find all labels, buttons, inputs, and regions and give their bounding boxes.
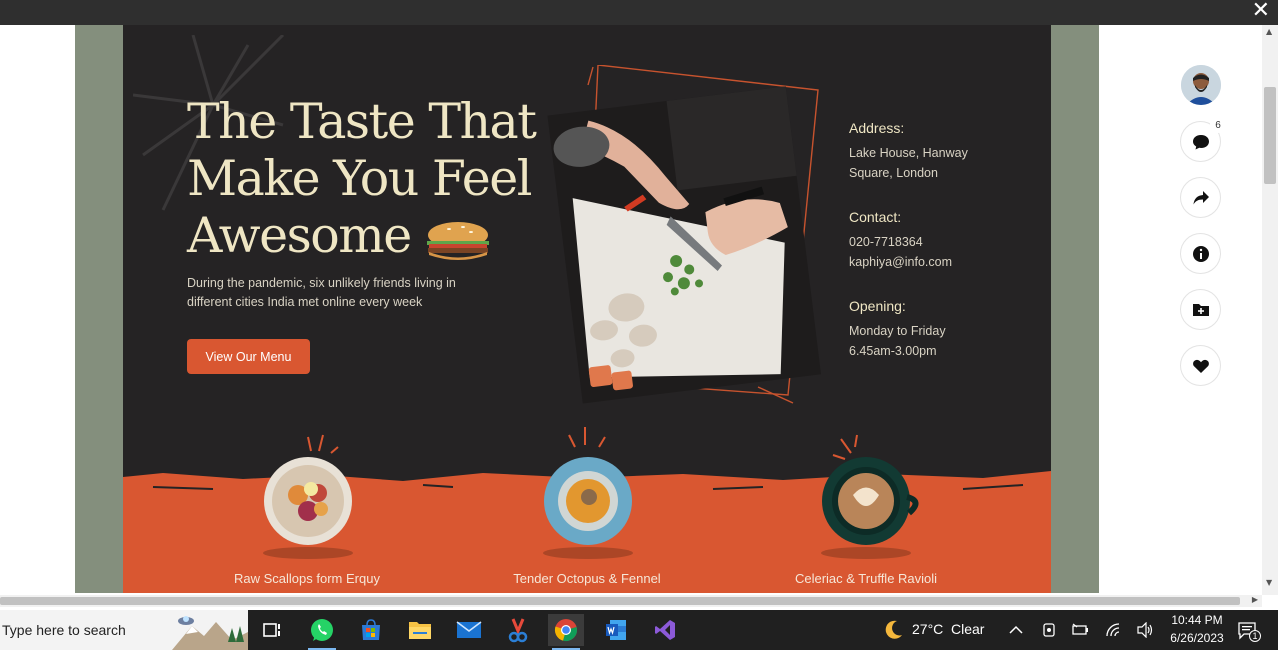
mail-button[interactable] xyxy=(451,614,487,646)
scroll-right-arrow-icon[interactable]: ▶ xyxy=(1252,595,1258,604)
info-button[interactable] xyxy=(1181,234,1220,273)
folder-plus-icon xyxy=(1192,303,1209,316)
dish-name-3: Celeriac & Truffle Ravioli xyxy=(794,571,938,586)
headline-line-1: The Taste That xyxy=(187,93,537,150)
chevron-up-icon[interactable] xyxy=(1006,620,1026,640)
vertical-scrollbar[interactable]: ▲ ▼ xyxy=(1262,25,1278,595)
taskbar-search-input[interactable]: Type here to search xyxy=(0,610,248,650)
contact-email: kaphiya@info.com xyxy=(849,254,953,269)
store-icon xyxy=(362,619,380,640)
share-icon xyxy=(1193,190,1209,204)
word-button[interactable] xyxy=(598,614,634,646)
horizontal-scroll-thumb[interactable] xyxy=(0,597,1240,605)
address-block: Address: Lake House, Hanway Square, Lond… xyxy=(849,120,968,183)
wifi-icon[interactable] xyxy=(1103,620,1123,640)
dish-name-1: Raw Scallops form Erquy xyxy=(234,571,380,586)
microsoft-store-button[interactable] xyxy=(353,614,389,646)
dish-ravioli-image xyxy=(821,434,919,559)
view-menu-button[interactable]: View Our Menu xyxy=(187,339,310,374)
visual-studio-icon xyxy=(655,620,675,640)
volume-icon[interactable] xyxy=(1135,620,1155,640)
weather-temperature[interactable]: 27°C xyxy=(912,621,943,637)
contact-block: Contact: 020-7718364 kaphiya@info.com xyxy=(849,209,952,272)
clock-date[interactable]: 6/26/2023 xyxy=(1164,631,1230,645)
mail-icon xyxy=(456,621,482,638)
chrome-icon xyxy=(554,619,577,641)
avatar[interactable] xyxy=(1181,65,1221,105)
headline-line-2: Make You Feel xyxy=(187,150,532,207)
restaurant-design: The Taste That Make You Feel Awesome Dur… xyxy=(123,25,1051,593)
scroll-up-arrow-icon[interactable]: ▲ xyxy=(1266,27,1272,36)
comment-count-badge: 6 xyxy=(1210,117,1226,133)
meet-now-icon[interactable] xyxy=(1039,620,1059,640)
horizontal-scrollbar[interactable]: ▶ xyxy=(0,595,1262,607)
opening-hours: 6.45am-3.00pm xyxy=(849,343,937,358)
weather-condition[interactable]: Clear xyxy=(951,621,984,637)
task-view-icon xyxy=(263,623,280,637)
address-heading: Address: xyxy=(849,120,905,136)
address-line-1: Lake House, Hanway xyxy=(849,146,968,160)
scroll-down-arrow-icon[interactable]: ▼ xyxy=(1266,578,1272,587)
vertical-scroll-thumb[interactable] xyxy=(1264,87,1276,184)
clock-time[interactable]: 10:44 PM xyxy=(1167,613,1227,627)
address-line-2: Square, London xyxy=(849,165,938,180)
dish-scallops-image xyxy=(263,434,353,559)
whatsapp-button[interactable] xyxy=(304,614,340,650)
headline-line-3: Awesome xyxy=(187,207,517,264)
folder-icon xyxy=(409,622,431,639)
search-highlight-illustration-icon xyxy=(172,616,248,650)
comment-button[interactable]: 6 xyxy=(1181,117,1226,161)
windows-taskbar: Type here to search 27°C Clear 10:44 PM … xyxy=(0,610,1278,650)
contact-phone: 020-7718364 xyxy=(849,235,923,249)
shot-frame: The Taste That Make You Feel Awesome Dur… xyxy=(75,25,1099,593)
burger-icon xyxy=(425,216,491,260)
opening-heading: Opening: xyxy=(849,298,906,314)
contact-heading: Contact: xyxy=(849,209,902,225)
scissors-icon xyxy=(508,618,528,643)
like-button[interactable] xyxy=(1181,346,1220,385)
viewer-top-bar: ✕ xyxy=(0,0,1278,25)
share-button[interactable] xyxy=(1181,178,1220,217)
notification-count-badge: 1 xyxy=(1249,630,1261,642)
opening-block: Opening: Monday to Friday 6.45am-3.00pm xyxy=(849,298,946,361)
moon-weather-icon[interactable] xyxy=(880,618,906,642)
image-viewer: The Taste That Make You Feel Awesome Dur… xyxy=(0,25,1262,595)
close-icon[interactable]: ✕ xyxy=(1252,0,1270,24)
file-explorer-button[interactable] xyxy=(402,614,438,646)
snipping-tool-button[interactable] xyxy=(500,614,536,646)
word-icon xyxy=(606,620,626,640)
info-icon xyxy=(1192,245,1209,262)
whatsapp-icon xyxy=(311,619,333,641)
chrome-button[interactable] xyxy=(548,614,584,650)
hero-subtext: During the pandemic, six unlikely friend… xyxy=(187,276,456,309)
add-to-collection-button[interactable] xyxy=(1181,290,1220,329)
dish-octopus-image xyxy=(543,427,633,559)
comment-icon xyxy=(1192,134,1209,149)
task-view-button[interactable] xyxy=(254,614,290,646)
visual-studio-button[interactable] xyxy=(647,614,683,646)
hero-headline: The Taste That Make You Feel Awesome xyxy=(187,93,537,264)
opening-days: Monday to Friday xyxy=(849,324,946,338)
chef-photo xyxy=(547,65,821,404)
battery-icon[interactable] xyxy=(1070,620,1090,640)
search-placeholder: Type here to search xyxy=(2,622,126,638)
dish-name-2: Tender Octopus & Fennel xyxy=(513,571,661,586)
heart-icon xyxy=(1192,359,1209,373)
